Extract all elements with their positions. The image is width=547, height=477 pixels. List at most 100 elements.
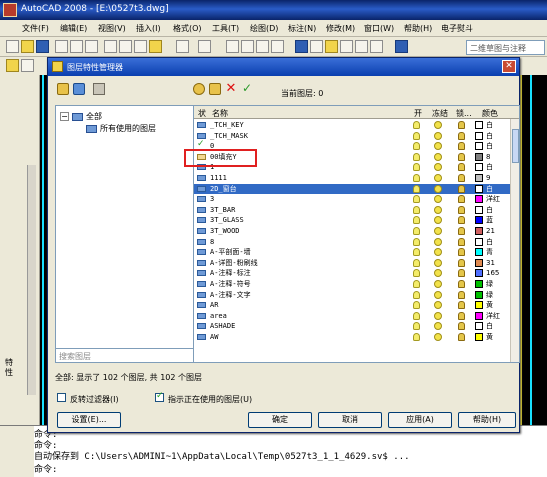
zoom-realtime-icon[interactable]	[241, 40, 254, 53]
layer-row[interactable]: A-详图-粉刷线 31	[194, 258, 512, 269]
lightbulb-on-icon[interactable]	[413, 333, 420, 341]
layer-name[interactable]: 8	[210, 237, 214, 247]
unlocked-icon[interactable]	[458, 121, 465, 129]
menu-edit[interactable]: 编辑(E)	[60, 23, 87, 34]
set-current-icon[interactable]: ✓	[241, 82, 253, 95]
filter-tree[interactable]: − 全部 所有使用的图层	[55, 105, 195, 363]
unlocked-icon[interactable]	[458, 248, 465, 257]
layer-name[interactable]: _TCH_MASK	[210, 131, 248, 141]
lightbulb-on-icon[interactable]	[413, 269, 420, 278]
layer-name[interactable]: 3T_WOOD	[210, 226, 240, 236]
thawed-sun-icon[interactable]	[434, 280, 442, 288]
lightbulb-on-icon[interactable]	[413, 205, 420, 214]
quickcalc-icon[interactable]	[370, 40, 383, 53]
zoom-window-icon[interactable]	[256, 40, 269, 53]
unlocked-icon[interactable]	[458, 322, 465, 331]
settings-button[interactable]: 设置(E)...	[57, 412, 121, 428]
lightbulb-on-icon[interactable]	[413, 237, 420, 246]
column-on[interactable]: 开	[414, 108, 422, 119]
unlocked-icon[interactable]	[458, 237, 465, 246]
sheet-set-icon[interactable]	[340, 40, 353, 53]
color-swatch[interactable]	[475, 184, 483, 193]
menu-format[interactable]: 格式(O)	[173, 23, 202, 34]
invert-filter-checkbox[interactable]	[57, 393, 66, 402]
color-swatch[interactable]	[475, 301, 483, 310]
dialog-close-button[interactable]: ✕	[502, 60, 516, 73]
unlocked-icon[interactable]	[458, 152, 465, 161]
thawed-sun-icon[interactable]	[434, 205, 442, 214]
thawed-sun-icon[interactable]	[434, 131, 442, 140]
column-name[interactable]: 名称	[212, 108, 228, 119]
color-swatch[interactable]	[475, 121, 483, 129]
open-file-icon[interactable]	[21, 40, 34, 53]
help-icon[interactable]	[395, 40, 408, 53]
unlocked-icon[interactable]	[458, 333, 465, 341]
menu-dimension[interactable]: 标注(N)	[288, 23, 316, 34]
copy-icon[interactable]	[119, 40, 132, 53]
menu-draw[interactable]: 绘图(D)	[250, 23, 278, 34]
thawed-sun-icon[interactable]	[434, 184, 442, 193]
unlocked-icon[interactable]	[458, 290, 465, 299]
layer-list[interactable]: 状 名称 开 冻结 锁... 颜色 _TCH_KEY 白 _TCH_MASK 白 ✓ 0 白…	[193, 105, 520, 363]
color-swatch[interactable]	[475, 163, 483, 172]
color-swatch[interactable]	[475, 290, 483, 299]
layer-row[interactable]: _TCH_MASK 白	[194, 131, 512, 142]
unlocked-icon[interactable]	[458, 258, 465, 267]
layer-manager-icon[interactable]	[6, 59, 19, 72]
print-icon[interactable]	[55, 40, 68, 53]
layer-row[interactable]: ASHADE 白	[194, 321, 512, 332]
lightbulb-on-icon[interactable]	[413, 311, 420, 320]
color-swatch[interactable]	[475, 174, 483, 182]
layer-row[interactable]: 3 洋红	[194, 194, 512, 205]
workspace-select[interactable]: 二维草图与注释	[466, 40, 545, 55]
apply-button[interactable]: 应用(A)	[388, 412, 452, 428]
layer-name[interactable]: 2D_窗台	[210, 184, 237, 194]
dialog-title-bar[interactable]: 图层特性管理器 ✕	[48, 58, 519, 76]
lightbulb-on-icon[interactable]	[413, 280, 420, 288]
layer-name[interactable]: 1111	[210, 173, 227, 183]
color-swatch[interactable]	[475, 227, 483, 235]
menu-insert[interactable]: 插入(I)	[136, 23, 161, 34]
layer-name[interactable]: area	[210, 311, 227, 321]
color-swatch[interactable]	[475, 333, 483, 341]
column-lock[interactable]: 锁...	[456, 108, 472, 119]
color-swatch[interactable]	[475, 280, 483, 288]
show-in-use-checkbox[interactable]	[155, 391, 164, 402]
collapse-icon[interactable]: −	[60, 112, 69, 121]
layer-name[interactable]: 3	[210, 194, 214, 204]
color-swatch[interactable]	[475, 216, 483, 225]
unlocked-icon[interactable]	[458, 142, 465, 151]
new-file-icon[interactable]	[6, 40, 19, 53]
layer-row[interactable]: A-平剖面-墙 青	[194, 247, 512, 258]
redo-icon[interactable]	[198, 40, 211, 53]
layer-name[interactable]: AR	[210, 300, 218, 310]
publish-icon[interactable]	[85, 40, 98, 53]
lightbulb-on-icon[interactable]	[413, 290, 420, 299]
layer-row[interactable]: area 洋红	[194, 311, 512, 322]
thawed-sun-icon[interactable]	[434, 248, 442, 257]
scrollbar-thumb[interactable]	[512, 129, 519, 163]
unlocked-icon[interactable]	[458, 227, 465, 235]
lightbulb-on-icon[interactable]	[413, 227, 420, 235]
new-layer-icon[interactable]	[193, 83, 205, 95]
command-window-handle[interactable]	[0, 426, 34, 477]
thawed-sun-icon[interactable]	[434, 174, 442, 182]
menu-express[interactable]: 电子熨斗	[441, 23, 473, 34]
unlocked-icon[interactable]	[458, 131, 465, 140]
layer-row[interactable]: 8白	[194, 237, 512, 248]
unlocked-icon[interactable]	[458, 311, 465, 320]
new-layer-frozen-icon[interactable]	[209, 83, 221, 95]
column-freeze[interactable]: 冻结	[432, 108, 448, 119]
lightbulb-on-icon[interactable]	[413, 322, 420, 331]
lightbulb-on-icon[interactable]	[413, 163, 420, 172]
layer-name[interactable]: A-详图-粉刷线	[210, 258, 258, 268]
color-swatch[interactable]	[475, 152, 483, 161]
markup-icon[interactable]	[355, 40, 368, 53]
thawed-sun-icon[interactable]	[434, 227, 442, 235]
lightbulb-on-icon[interactable]	[413, 248, 420, 257]
menu-window[interactable]: 窗口(W)	[364, 23, 394, 34]
unlocked-icon[interactable]	[458, 184, 465, 193]
layer-row[interactable]: A-注释-标注 165	[194, 268, 512, 279]
layer-row[interactable]: 3T_BAR 白	[194, 205, 512, 216]
color-swatch[interactable]	[475, 195, 483, 204]
